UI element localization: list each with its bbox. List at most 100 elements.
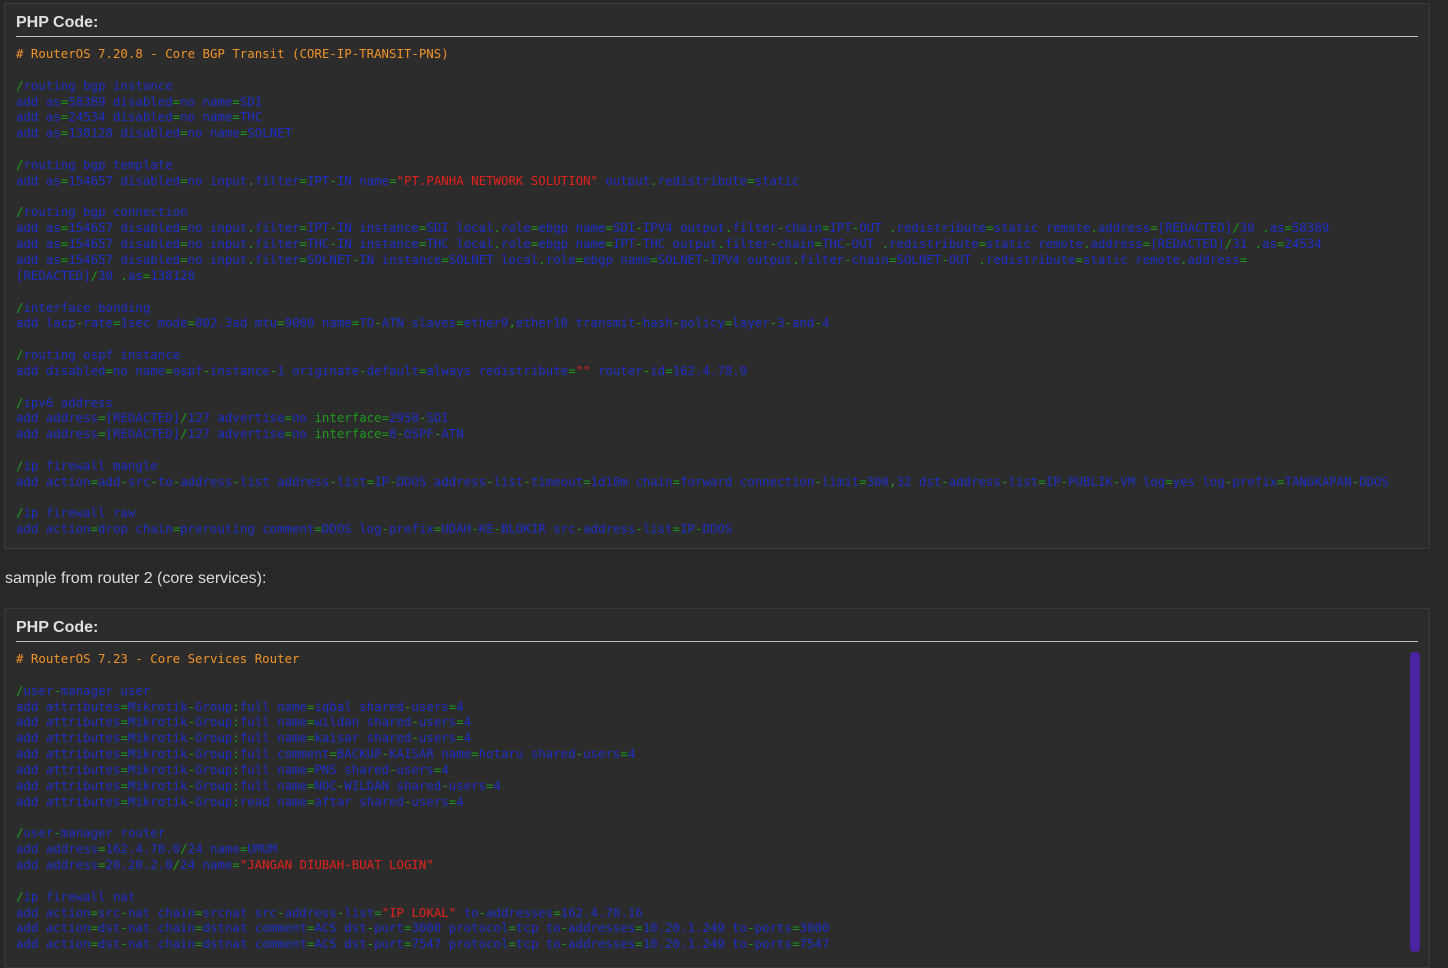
code-token: hotaru shared (478, 746, 576, 762)
code-token: = (90, 920, 99, 936)
code-token: timeout (530, 473, 584, 489)
code-token: PUBLIK (1068, 473, 1113, 489)
code-token: addresses (568, 920, 636, 936)
code-line: /routing bgp connection (16, 204, 1418, 220)
code-line: /routing bgp template (16, 157, 1418, 173)
code-token: - (777, 220, 785, 236)
code-token: OUT (859, 220, 890, 236)
code-line: add as=58389 disabled=no name=SDI (16, 94, 1418, 110)
code-token: - (396, 426, 404, 442)
code-line: /ip firewall raw (16, 505, 1418, 521)
code-token: = (105, 362, 113, 378)
code-scrollbar[interactable] (1410, 652, 1420, 952)
code-content[interactable]: # RouterOS 7.20.8 - Core BGP Transit (CO… (16, 46, 1418, 537)
code-token: manager user (60, 682, 151, 698)
code-token: 127 advertise (187, 410, 285, 426)
code-token: 24 name (180, 856, 233, 872)
code-token: UMUM (247, 841, 278, 857)
code-token: list (493, 473, 524, 489)
code-token: - (329, 220, 337, 236)
code-token: = (120, 777, 128, 793)
code-token: = (583, 473, 591, 489)
code-token: add as (16, 220, 61, 236)
code-token: aftar shared (314, 793, 404, 809)
code-token: 1sec mode (120, 315, 188, 331)
code-token: ebgp name (538, 220, 606, 236)
code-token: / (180, 841, 188, 857)
code-token: = (90, 936, 99, 952)
code-line: add attributes=Mikrotik-Group:read name=… (16, 794, 1418, 810)
code-token: - (150, 473, 158, 489)
code-token: add as (16, 251, 61, 267)
code-line: /routing bgp instance (16, 78, 1418, 94)
code-token: 1d10m chain (590, 473, 673, 489)
code-token: - (523, 473, 531, 489)
code-token: routing ospf instance (23, 347, 181, 363)
code-token: - (575, 521, 584, 537)
code-token: addresses (568, 936, 636, 952)
code-token: SOLNET (307, 251, 352, 267)
code-token: = (98, 410, 106, 426)
code-token: - (844, 251, 852, 267)
code-token: = (180, 172, 188, 188)
code-token: no input (187, 251, 248, 267)
code-token: . (1083, 236, 1091, 252)
code-token: tcp to (515, 920, 561, 936)
code-token: - (635, 521, 643, 537)
code-token: ether10 transmit (515, 315, 636, 331)
code-token: - (672, 315, 681, 331)
code-token: users (411, 793, 449, 809)
code-token: = (120, 761, 128, 777)
code-token: , (508, 315, 516, 331)
code-line: add attributes=Mikrotik-Group:full name=… (16, 762, 1418, 778)
code-token: - (635, 236, 643, 252)
code-token: - (389, 761, 397, 777)
code-token: OUT (948, 251, 979, 267)
code-block-bgp-transit: PHP Code: # RouterOS 7.20.8 - Core BGP T… (4, 3, 1430, 549)
code-token: nat chain (127, 904, 196, 920)
code-token: dstnat comment (202, 920, 307, 936)
code-token: add address (16, 426, 99, 442)
code-token: full name (239, 714, 307, 730)
code-token: # RouterOS 7.23 - Core Services Router (16, 651, 300, 666)
code-token: ATN slaves (381, 315, 457, 331)
code-token: output (597, 172, 651, 188)
code-token: / (90, 267, 99, 283)
code-token: address (180, 473, 233, 489)
code-token: = (195, 920, 203, 936)
code-token: add as (16, 172, 61, 188)
code-token: 802.3ad mtu (195, 315, 278, 331)
code-content[interactable]: # RouterOS 7.23 - Core Services Router / u… (16, 651, 1418, 952)
code-token: router (590, 362, 643, 378)
code-token: routing bgp template (23, 156, 173, 172)
code-token: 9000 name (284, 315, 352, 331)
code-token: full name (239, 698, 307, 714)
code-token: - (784, 315, 793, 331)
code-token: dst (98, 920, 121, 936)
code-token: = (1284, 220, 1292, 236)
code-token: DDOS address (396, 473, 487, 489)
code-token: no input (187, 172, 248, 188)
code-token: = (605, 236, 613, 252)
code-token: iqbal shared (314, 698, 404, 714)
code-token: ACS dst (314, 920, 367, 936)
code-token: Mikrotik (127, 746, 188, 762)
code-token: ebgp name (538, 236, 606, 252)
code-token: as (127, 267, 143, 283)
code-token: - (814, 315, 822, 331)
code-token: THC local (426, 236, 494, 252)
code-line: add lacp-rate=1sec mode=802.3ad mtu=9000… (16, 315, 1418, 331)
code-line: add attributes=Mikrotik-Group:full name=… (16, 699, 1418, 715)
code-token: Group (195, 777, 233, 793)
code-token: no (292, 426, 315, 442)
code-token: 58389 (1291, 220, 1330, 236)
code-token: = (978, 236, 987, 252)
code-token: 24 name (187, 841, 240, 857)
code-token: ipv6 address (23, 394, 113, 410)
code-token: role (501, 236, 531, 252)
code-token: filter (724, 236, 770, 252)
code-token: redistribute (896, 220, 987, 236)
code-token: no input (187, 220, 248, 236)
